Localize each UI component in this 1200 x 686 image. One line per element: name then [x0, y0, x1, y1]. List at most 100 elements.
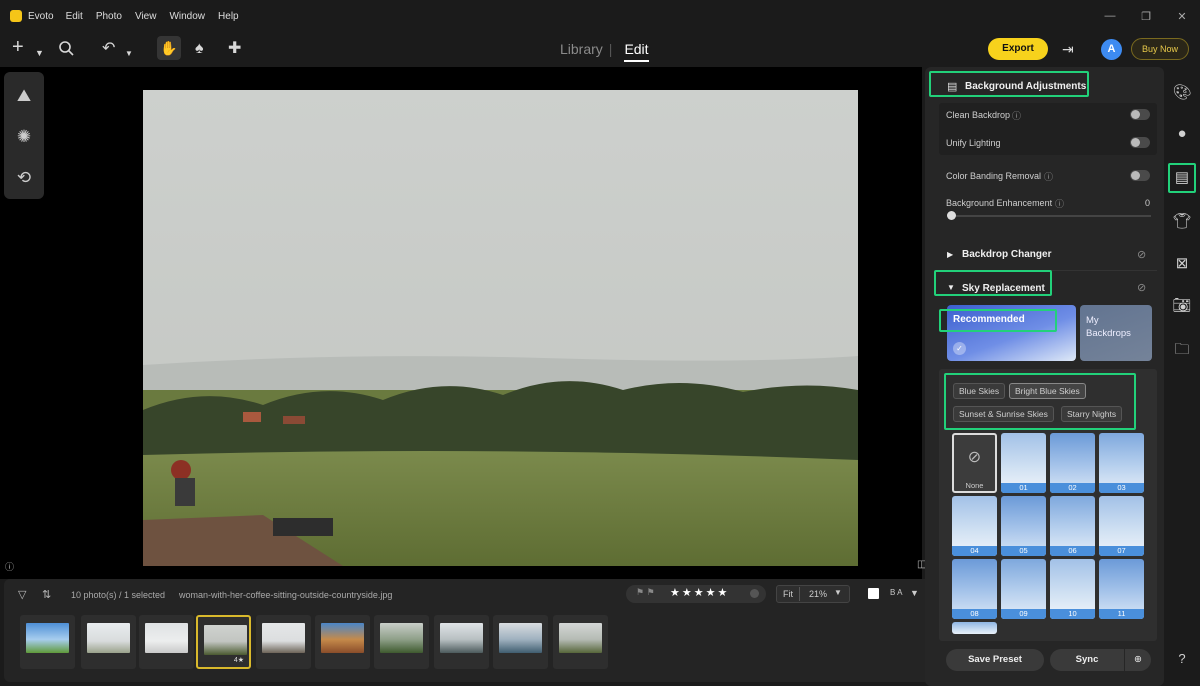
help-icon[interactable]: ⓘ: [1012, 109, 1021, 122]
search-icon[interactable]: [58, 40, 75, 62]
help-icon[interactable]: ⓘ: [1044, 170, 1053, 183]
tab-library[interactable]: Library: [560, 41, 603, 57]
close-button[interactable]: ✕: [1164, 10, 1200, 23]
crop-icon[interactable]: ⊠: [1164, 254, 1200, 272]
sync-button[interactable]: Sync: [1050, 649, 1124, 671]
menu-view[interactable]: View: [135, 11, 157, 22]
filter-icon[interactable]: ▽: [18, 588, 26, 601]
unify-lighting-toggle[interactable]: [1130, 137, 1150, 148]
sky-preset-label: 04: [952, 546, 997, 556]
zoom-control[interactable]: Fit 21% ▼: [776, 585, 850, 603]
help-icon[interactable]: ?: [1164, 651, 1200, 666]
backdrop-changer-title[interactable]: Backdrop Changer: [962, 249, 1051, 260]
focus-icon[interactable]: ✺: [4, 127, 44, 147]
sky-preset-thumbnail[interactable]: 04: [952, 496, 997, 556]
sky-preset-thumbnail[interactable]: 05: [1001, 496, 1046, 556]
compare-view-icon[interactable]: B A: [890, 588, 902, 597]
ai-enhance-icon[interactable]: ⛰: [4, 86, 44, 106]
filmstrip-thumbnail[interactable]: [139, 615, 194, 669]
collapse-arrow-icon[interactable]: ▼: [947, 283, 955, 292]
sky-preset-thumbnail[interactable]: 06: [1050, 496, 1095, 556]
tab-recommended-label[interactable]: Recommended: [953, 314, 1025, 325]
history-icon[interactable]: ⟲: [4, 168, 44, 188]
avatar[interactable]: A: [1101, 39, 1122, 60]
palette-icon[interactable]: 🎨︎: [1164, 83, 1200, 101]
tab-edit[interactable]: Edit: [624, 41, 649, 62]
filmstrip-thumbnail[interactable]: [81, 615, 136, 669]
sky-preset-thumbnail[interactable]: 11: [1099, 559, 1144, 619]
export-button[interactable]: Export: [988, 38, 1048, 60]
sky-category-chip[interactable]: Blue Skies: [953, 383, 1006, 399]
filmstrip-thumbnail[interactable]: [315, 615, 370, 669]
color-banding-toggle[interactable]: [1130, 170, 1150, 181]
background-tool-icon[interactable]: ▤: [1164, 168, 1200, 186]
photo-preview[interactable]: [143, 90, 858, 566]
sky-replacement-title[interactable]: Sky Replacement: [962, 283, 1045, 294]
menu-edit[interactable]: Edit: [66, 11, 83, 22]
sky-category-chip[interactable]: Sunset & Sunrise Skies: [953, 406, 1054, 422]
single-view-icon[interactable]: [868, 588, 879, 599]
undo-history-chevron-icon[interactable]: ▼: [125, 45, 133, 63]
filmstrip-thumbnail[interactable]: 4★: [196, 615, 251, 669]
sync-settings-icon[interactable]: ⊕: [1125, 649, 1151, 671]
info-icon[interactable]: ⓘ: [5, 560, 14, 573]
undo-icon[interactable]: ↶: [102, 40, 115, 58]
add-icon[interactable]: +: [12, 37, 24, 57]
portrait-icon[interactable]: ●: [1164, 125, 1200, 142]
menu-photo[interactable]: Photo: [96, 11, 122, 22]
sky-preset-thumbnail[interactable]: 03: [1099, 433, 1144, 493]
help-icon[interactable]: ⓘ: [1055, 197, 1064, 210]
maximize-button[interactable]: ❐: [1128, 10, 1164, 23]
view-options-chevron-icon[interactable]: ▼: [910, 588, 919, 598]
sky-preset-none[interactable]: ⊘ None: [952, 433, 997, 493]
menu-window[interactable]: Window: [169, 11, 205, 22]
bg-enhancement-slider-handle[interactable]: [947, 211, 956, 220]
reset-icon[interactable]: ⊘: [1137, 248, 1146, 261]
sky-preset-label: 05: [1001, 546, 1046, 556]
filmstrip-thumbnail[interactable]: [256, 615, 311, 669]
share-icon[interactable]: ⇥: [1062, 40, 1074, 58]
filmstrip-thumbnail[interactable]: [434, 615, 489, 669]
bandage-icon[interactable]: ✚: [228, 40, 241, 58]
folder-settings-icon[interactable]: 🗀: [1164, 339, 1200, 364]
chevron-down-icon[interactable]: ▼: [35, 44, 44, 62]
sky-preset-thumbnail[interactable]: 07: [1099, 496, 1144, 556]
tab-separator: |: [608, 41, 613, 57]
tab-my-backdrops-label[interactable]: My Backdrops: [1086, 314, 1141, 340]
zoom-fit[interactable]: Fit: [783, 589, 793, 599]
save-preset-button[interactable]: Save Preset: [946, 649, 1044, 671]
brush-icon[interactable]: ♠: [195, 40, 204, 58]
filmstrip-thumbnail[interactable]: [493, 615, 548, 669]
zoom-chevron-icon[interactable]: ▼: [834, 588, 842, 597]
thumbnail-image: [380, 623, 423, 653]
clean-backdrop-label: Clean Backdrop: [946, 110, 1011, 120]
camera-icon[interactable]: 📷︎: [1164, 296, 1200, 314]
star-rating[interactable]: ★★★★★: [670, 586, 729, 599]
minimize-button[interactable]: —: [1092, 10, 1128, 22]
sky-preset-thumbnail[interactable]: 01: [1001, 433, 1046, 493]
color-label-icon[interactable]: [750, 589, 759, 598]
clothing-icon[interactable]: 👕︎: [1164, 212, 1200, 230]
sky-preset-thumbnail[interactable]: [952, 622, 997, 634]
filmstrip-thumbnail[interactable]: [553, 615, 608, 669]
zoom-value[interactable]: 21%: [809, 589, 827, 599]
background-adjustments-title[interactable]: Background Adjustments: [965, 81, 1086, 92]
sky-category-chip[interactable]: Starry Nights: [1061, 406, 1123, 422]
bg-enhancement-slider[interactable]: [947, 215, 1151, 217]
sky-preset-thumbnail[interactable]: 08: [952, 559, 997, 619]
expand-arrow-icon[interactable]: ▶: [947, 250, 953, 259]
clean-backdrop-toggle[interactable]: [1130, 109, 1150, 120]
filmstrip-thumbnail[interactable]: [20, 615, 75, 669]
sky-preset-thumbnail[interactable]: 10: [1050, 559, 1095, 619]
menu-help[interactable]: Help: [218, 11, 239, 22]
mode-tabs: Library | Edit: [560, 41, 649, 62]
filmstrip-thumbnail[interactable]: [374, 615, 429, 669]
buy-now-button[interactable]: Buy Now: [1131, 38, 1189, 60]
hand-tool-button[interactable]: ✋: [157, 36, 181, 60]
flag-icon[interactable]: ⚑ ⚑: [636, 587, 655, 598]
reset-icon[interactable]: ⊘: [1137, 281, 1146, 294]
sort-icon[interactable]: ⇅: [42, 588, 51, 601]
sky-category-chip[interactable]: Bright Blue Skies: [1009, 383, 1086, 399]
sky-preset-thumbnail[interactable]: 02: [1050, 433, 1095, 493]
sky-preset-thumbnail[interactable]: 09: [1001, 559, 1046, 619]
